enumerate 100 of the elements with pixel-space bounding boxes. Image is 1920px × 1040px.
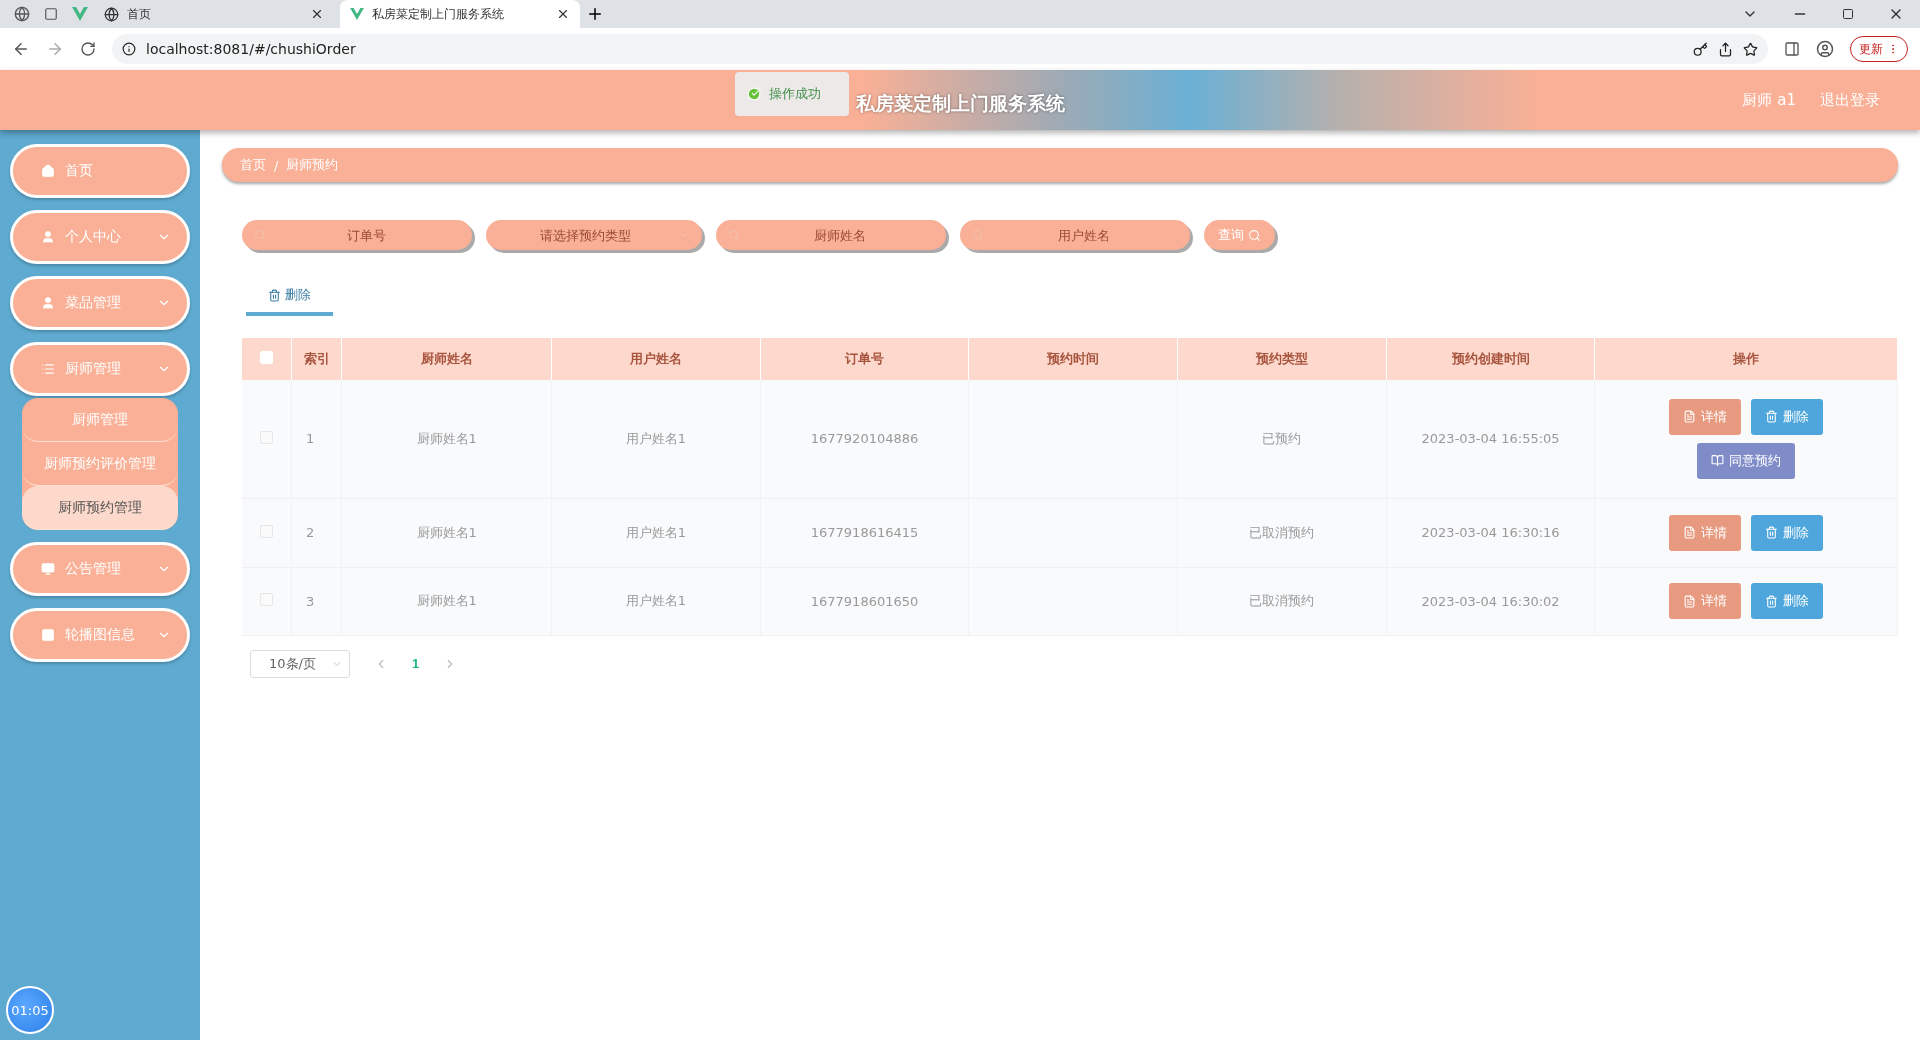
star-icon[interactable] xyxy=(1743,41,1758,57)
delete-button[interactable]: 删除 xyxy=(1751,514,1824,551)
profile-icon[interactable] xyxy=(1816,40,1834,58)
input-text[interactable]: 订单号 xyxy=(272,226,460,244)
sidebar-item[interactable]: 首页 xyxy=(10,144,190,198)
globe-icon[interactable] xyxy=(14,6,30,22)
column-header: 索引 xyxy=(291,338,342,380)
table-cell: 厨师姓名1 xyxy=(341,498,552,567)
breadcrumb-link[interactable]: 首页 xyxy=(240,156,266,174)
reload-icon[interactable] xyxy=(80,41,96,57)
table-cell: 已取消预约 xyxy=(1177,498,1387,567)
table-cell: 用户姓名1 xyxy=(551,567,761,635)
table-cell: 1 xyxy=(291,380,342,498)
select-all-checkbox[interactable] xyxy=(259,351,273,364)
delete-tab[interactable]: 删除 xyxy=(246,278,333,316)
table-cell: 厨师姓名1 xyxy=(341,567,552,635)
table-cell: 2023-03-04 16:30:02 xyxy=(1386,567,1595,635)
book-icon xyxy=(1711,454,1725,468)
menu-item-icon xyxy=(41,296,55,310)
user-name: 厨师 a1 xyxy=(1742,90,1796,110)
detail-button[interactable]: 详情 xyxy=(1669,583,1742,619)
document-icon xyxy=(1683,410,1697,424)
column-header: 厨师姓名 xyxy=(341,338,552,380)
menu-item-icon xyxy=(41,362,55,376)
breadcrumb-link[interactable]: 厨师预约 xyxy=(286,156,339,174)
sidebar-item[interactable]: 菜品管理 xyxy=(10,276,190,330)
share-icon[interactable] xyxy=(1718,41,1733,57)
input-text[interactable]: 厨师姓名 xyxy=(746,226,934,244)
detail-button[interactable]: 详情 xyxy=(1669,514,1742,551)
sidebar-item[interactable]: 厨师管理 xyxy=(10,342,190,396)
close-icon[interactable] xyxy=(556,7,570,21)
search-field[interactable]: 订单号 xyxy=(242,220,472,250)
agree-button[interactable]: 同意预约 xyxy=(1697,442,1796,479)
menu-item-icon xyxy=(41,164,55,178)
address-field[interactable]: localhost:8081/#/chushiOrder xyxy=(112,34,1768,64)
submenu-item[interactable]: 厨师预约管理 xyxy=(22,486,178,530)
page-icon[interactable] xyxy=(44,7,58,21)
table-cell: 1677918601650 xyxy=(760,567,969,635)
detail-button[interactable]: 详情 xyxy=(1669,398,1742,435)
new-tab-icon[interactable] xyxy=(586,5,604,23)
trash-icon xyxy=(1765,410,1779,424)
info-icon[interactable] xyxy=(122,42,136,56)
browser-tab[interactable]: 首页 xyxy=(94,0,334,28)
table-cell: 1677920104886 xyxy=(760,380,969,498)
table-cell: 3 xyxy=(291,567,342,635)
search-field[interactable]: 用户姓名 xyxy=(960,220,1190,250)
sidebar-item[interactable]: 个人中心 xyxy=(10,210,190,264)
table-cell: 已取消预约 xyxy=(1177,567,1387,635)
key-icon[interactable] xyxy=(1693,41,1708,57)
breadcrumb-separator: / xyxy=(274,157,279,173)
column-header: 预约创建时间 xyxy=(1386,338,1595,380)
update-button[interactable]: 更新 xyxy=(1850,36,1908,62)
check-icon xyxy=(747,87,761,101)
search-icon xyxy=(1248,228,1261,242)
browser-tab[interactable]: 私房菜定制上门服务系统 xyxy=(340,0,580,28)
restore-icon[interactable] xyxy=(1842,8,1854,20)
delete-button[interactable]: 删除 xyxy=(1751,583,1824,619)
delete-button[interactable]: 删除 xyxy=(1751,398,1824,435)
side-panel-icon[interactable] xyxy=(1784,41,1800,57)
column-header: 操作 xyxy=(1594,338,1898,380)
sidebar-item[interactable]: 公告管理 xyxy=(10,542,190,596)
search-icon xyxy=(728,229,740,241)
column-header: 预约类型 xyxy=(1177,338,1387,380)
close-icon[interactable] xyxy=(310,7,324,21)
search-icon xyxy=(254,229,266,241)
app-title: 私房菜定制上门服务系统 xyxy=(855,91,1065,116)
column-header: 预约时间 xyxy=(968,338,1178,380)
v-logo-icon xyxy=(350,8,364,20)
input-text[interactable]: 请选择预约类型 xyxy=(498,226,672,244)
menu-item-icon xyxy=(41,628,55,642)
page-number[interactable]: 1 xyxy=(412,656,420,671)
timer-badge: 01:05 xyxy=(6,986,54,1034)
input-text[interactable]: 用户姓名 xyxy=(990,226,1178,244)
table-cell: 2023-03-04 16:55:05 xyxy=(1386,380,1595,498)
submenu-item[interactable]: 厨师管理 xyxy=(22,398,178,442)
search-field[interactable]: 厨师姓名 xyxy=(716,220,946,250)
table-cell: 已预约 xyxy=(1177,380,1387,498)
trash-icon xyxy=(1765,594,1779,608)
trash-icon xyxy=(268,288,281,302)
table-cell: 2 xyxy=(291,498,342,567)
table-cell: 厨师姓名1 xyxy=(341,380,552,498)
menu-item-icon xyxy=(41,230,55,244)
table-cell: 用户姓名1 xyxy=(551,498,761,567)
query-button[interactable]: 查询 xyxy=(1204,220,1275,250)
sidebar-item[interactable]: 轮播图信息 xyxy=(10,608,190,662)
column-header: 订单号 xyxy=(760,338,969,380)
trash-icon xyxy=(1765,526,1779,539)
document-icon xyxy=(1683,594,1697,608)
back-icon[interactable] xyxy=(12,40,30,58)
page-size-select[interactable]: 10条/页 xyxy=(250,649,350,678)
select-field[interactable]: 请选择预约类型 xyxy=(486,220,702,250)
globe-icon xyxy=(104,6,119,22)
toast-message: 操作成功 xyxy=(769,85,821,103)
table-cell: 2023-03-04 16:30:16 xyxy=(1386,498,1595,567)
search-icon xyxy=(972,229,984,241)
menu-item-icon xyxy=(41,562,55,576)
logout-link[interactable]: 退出登录 xyxy=(1820,90,1880,110)
column-header: 用户姓名 xyxy=(551,338,761,380)
table-cell: 用户姓名1 xyxy=(551,380,761,498)
document-icon xyxy=(1683,526,1697,539)
